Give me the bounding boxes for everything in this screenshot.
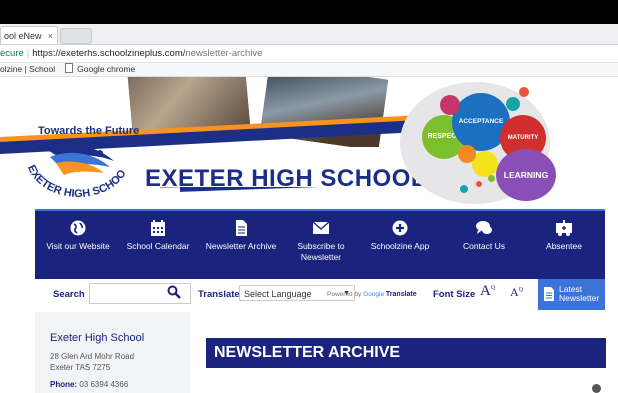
calendar-icon <box>151 220 165 236</box>
font-large-label: A <box>480 283 491 299</box>
address-line-2: Exeter TAS 7275 <box>50 363 111 372</box>
school-banner: Towards the Future EXETER HIGH SCHOOL EX… <box>0 77 618 210</box>
scroll-to-top-button[interactable] <box>592 384 601 393</box>
translate-brand: Translate <box>385 291 417 298</box>
font-size-label: Font Size <box>433 289 476 300</box>
globe-icon <box>70 220 86 236</box>
search-icon[interactable] <box>167 285 181 299</box>
nav-school-calendar[interactable]: School Calendar <box>123 219 193 252</box>
browser-tab-bar: ool eNew × <box>0 24 618 45</box>
school-info-sidebar: Exeter High School 28 Glen Ard Mohr Road… <box>35 312 190 393</box>
decor-dot <box>460 185 468 193</box>
nav-newsletter-archive[interactable]: Newsletter Archive <box>201 219 281 252</box>
value-learning: LEARNING <box>496 149 556 201</box>
font-decrease-button[interactable]: AQ <box>510 285 523 300</box>
graduation-cap-icon <box>506 97 520 111</box>
envelope-icon <box>312 221 330 234</box>
nav-label: Schoolzine App <box>370 241 430 251</box>
phone-value[interactable]: 03 6394 4366 <box>79 380 128 389</box>
chat-icon <box>476 221 492 234</box>
document-icon <box>544 287 554 301</box>
phone-line: Phone: 03 6394 4366 <box>50 380 128 389</box>
browser-tab[interactable]: ool eNew × <box>0 26 58 44</box>
font-mark: Q <box>518 287 524 293</box>
tab-close-icon[interactable]: × <box>48 27 53 44</box>
powered-by-label: Powered by <box>327 291 362 298</box>
nav-label: Visit our Website <box>46 241 110 251</box>
nav-absentee[interactable]: Absentee <box>535 219 593 252</box>
nav-subscribe-newsletter[interactable]: Subscribe to Newsletter <box>289 219 353 263</box>
font-mark: Q <box>490 285 496 291</box>
bookmark-label: Google chrome <box>77 64 136 74</box>
bookmark-google-chrome[interactable]: Google chrome <box>65 63 136 74</box>
nav-label: Absentee <box>546 241 582 251</box>
phone-label: Phone: <box>50 380 78 389</box>
bookmarks-bar: olzine | School Google chrome <box>0 63 618 77</box>
security-label: ecure <box>0 48 24 59</box>
decor-dot <box>519 87 529 97</box>
school-name: Exeter High School <box>50 332 145 344</box>
nav-label: School Calendar <box>126 241 190 251</box>
latest-newsletter-button[interactable]: Latest Newsletter <box>538 279 605 310</box>
address-host: https://exeterhs.schoolzineplus.com/ <box>32 48 186 59</box>
lightbulb-bubble <box>458 145 476 163</box>
browser-top-bar <box>0 0 618 24</box>
nav-contact-us[interactable]: Contact Us <box>453 219 515 252</box>
school-title: EXETER HIGH SCHOOL <box>145 165 427 192</box>
bookmark-schoolzine[interactable]: olzine | School <box>0 64 55 74</box>
nav-label: Newsletter Archive <box>205 241 277 251</box>
main-nav: Visit our Website School Calendar Newsle… <box>35 209 605 279</box>
school-emblem-icon: EXETER HIGH SCHOOL <box>18 137 129 200</box>
banner-tagline: Towards the Future <box>38 125 140 137</box>
nav-label: Contact Us <box>462 241 506 251</box>
students-photo <box>257 77 391 154</box>
nav-label: Subscribe to Newsletter <box>297 241 345 262</box>
document-icon <box>236 220 247 236</box>
translate-label: Translate <box>198 289 240 300</box>
absentee-icon <box>556 220 572 236</box>
latest-newsletter-label: Latest Newsletter <box>559 284 600 303</box>
new-tab-button[interactable] <box>60 28 92 44</box>
decor-dot <box>476 181 482 187</box>
decor-dot <box>488 175 495 182</box>
address-path: newsletter-archive <box>185 48 263 59</box>
nav-schoolzine-app[interactable]: Schoolzine App <box>361 219 439 252</box>
search-label: Search <box>53 289 85 300</box>
tab-title: ool eNew <box>4 31 42 41</box>
nav-visit-website[interactable]: Visit our Website <box>41 219 115 252</box>
plus-circle-icon <box>392 220 408 236</box>
page-icon <box>65 63 74 73</box>
font-small-label: A <box>510 285 519 299</box>
address-separator: | <box>26 48 30 59</box>
book-icon <box>440 95 460 115</box>
page-title: NEWSLETTER ARCHIVE <box>206 338 606 368</box>
language-select-value: Select Language <box>244 289 312 299</box>
address-bar[interactable]: ecure | https://exeterhs.schoolzineplus.co… <box>0 45 618 63</box>
utility-toolbar: Search Translate Select Language ▼ Power… <box>35 279 605 310</box>
font-increase-button[interactable]: AQ <box>480 283 495 300</box>
address-line-1: 28 Glen Ard Mohr Road <box>50 352 135 361</box>
google-logo: Google <box>363 291 385 298</box>
powered-by-google-translate[interactable]: Powered by Google Translate <box>327 291 417 298</box>
